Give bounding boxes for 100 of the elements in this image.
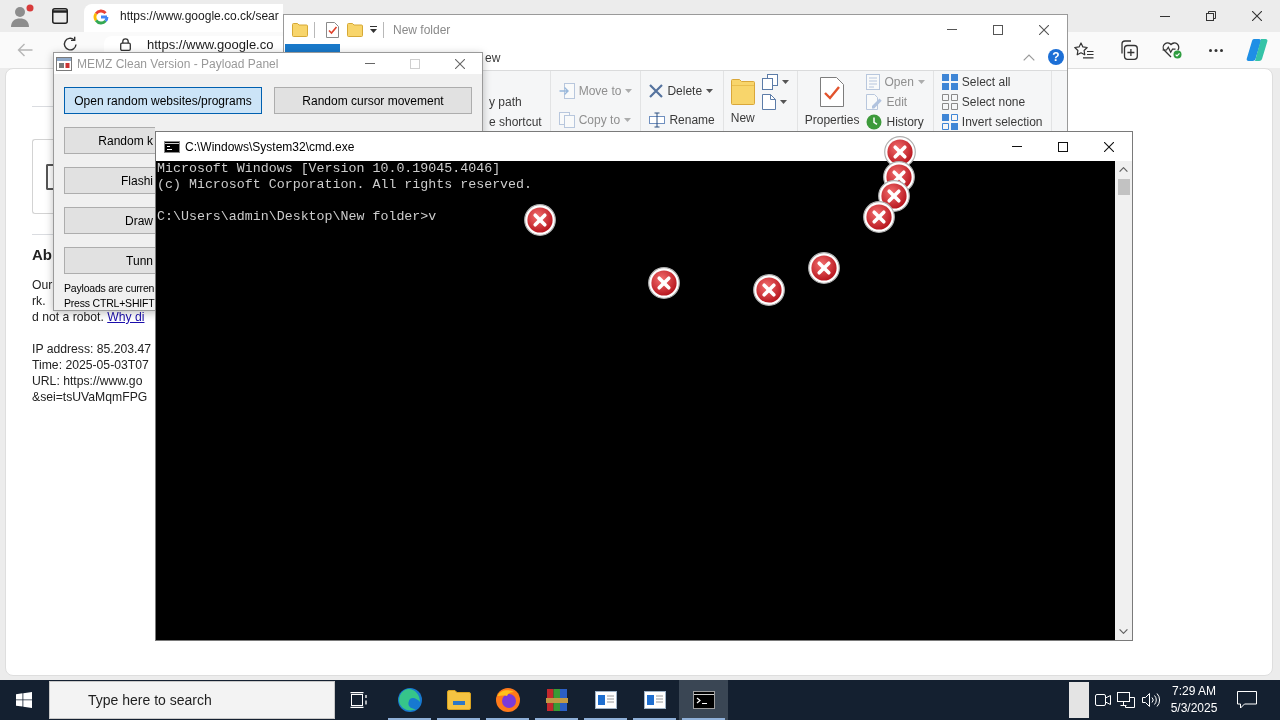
tray-tile — [1069, 682, 1089, 718]
error-icon — [863, 201, 895, 233]
favorites-icon[interactable] — [1074, 41, 1094, 59]
speaker-icon[interactable] — [1142, 692, 1160, 708]
minimize-icon[interactable] — [1160, 15, 1170, 17]
slanted-logo-icon[interactable] — [1245, 38, 1269, 62]
delete-icon — [649, 84, 664, 98]
caret-icon — [706, 89, 714, 93]
error-icon — [808, 252, 840, 284]
ribbon-button[interactable]: Rename — [648, 111, 716, 129]
body-text: Our — [32, 277, 53, 293]
payload-button[interactable]: Random cursor movement — [274, 87, 472, 114]
window-icon — [643, 691, 666, 709]
folder-icon — [730, 77, 755, 105]
check-document-icon[interactable] — [326, 21, 339, 38]
console-text: (c) Microsoft Corporation. All rights reserved. — [157, 177, 533, 193]
ribbon-button[interactable]: Select none — [940, 93, 1044, 111]
caret-icon — [779, 100, 787, 104]
scrollbar-thumb[interactable] — [1117, 179, 1130, 195]
heart-pulse-icon[interactable] — [1162, 41, 1182, 59]
payload-button[interactable]: Random k — [64, 127, 155, 154]
empty-grid-icon — [941, 94, 958, 110]
link[interactable]: Why di — [107, 310, 145, 324]
maximize-icon[interactable] — [1058, 141, 1068, 152]
ribbon-tab[interactable]: ew — [484, 47, 502, 67]
collections-icon[interactable] — [1118, 40, 1138, 60]
restore-icon[interactable] — [1206, 11, 1216, 21]
grid-icon — [941, 74, 958, 90]
windows-logo-icon[interactable] — [16, 692, 32, 708]
terminal-icon — [692, 691, 715, 709]
text-cursor-icon — [649, 112, 666, 128]
checkered-grid-icon — [941, 114, 958, 130]
avatar-icon[interactable] — [10, 4, 34, 28]
ribbon-button[interactable] — [760, 93, 790, 111]
error-icon — [524, 204, 556, 236]
arrow-page-icon — [558, 83, 575, 99]
close-icon[interactable] — [1104, 141, 1114, 152]
caret-icon — [917, 80, 925, 84]
network-icon[interactable] — [1117, 692, 1135, 708]
detail-text: URL: https://www.go — [32, 373, 143, 389]
close-icon[interactable] — [1252, 11, 1262, 21]
detail-text: Time: 2025-05-03T07 — [32, 357, 149, 373]
scrollbar[interactable] — [1115, 161, 1132, 640]
window-title: New folder — [393, 22, 451, 37]
console-text: Microsoft Windows [Version 10.0.19045.4046] — [157, 161, 501, 177]
terminal-icon — [164, 140, 180, 153]
close-icon[interactable] — [1039, 24, 1049, 35]
message-icon[interactable] — [1237, 691, 1257, 709]
dropdown-caret-icon[interactable] — [369, 25, 378, 34]
list-document-icon — [866, 74, 881, 90]
clock-date[interactable]: 5/3/2025 — [1170, 700, 1218, 717]
help-button[interactable]: ? — [1048, 49, 1064, 65]
stacked-pages-icon — [761, 74, 778, 90]
note-text: Payloads are curren — [64, 281, 155, 296]
ribbon-button[interactable]: Properties — [804, 71, 860, 131]
task-view-icon[interactable] — [350, 692, 368, 708]
camera-icon[interactable] — [1095, 694, 1111, 706]
ribbon-button[interactable] — [760, 73, 790, 91]
browser-tab[interactable]: https://www.google.co.ck/sear — [84, 4, 283, 32]
caret-icon — [625, 89, 633, 93]
chevron-up-icon[interactable] — [1023, 53, 1035, 61]
body-text: d not a robot. Why di — [32, 309, 145, 325]
refresh-icon[interactable] — [62, 36, 78, 52]
caret-icon — [781, 80, 789, 84]
search-field[interactable]: Type here to search — [49, 681, 335, 719]
scroll-up-icon[interactable] — [1119, 167, 1128, 172]
detail-text: IP address: 85.203.47 — [32, 341, 152, 357]
ribbon-button[interactable]: e shortcut — [488, 113, 543, 131]
books-icon — [545, 688, 568, 712]
payload-button[interactable]: Flashi — [64, 167, 155, 194]
pencil-document-icon — [866, 94, 883, 110]
ribbon-button[interactable]: Delete — [648, 82, 716, 100]
minimize-icon[interactable] — [364, 63, 375, 64]
copy-icon — [558, 112, 575, 128]
page-heading: Ab — [32, 245, 52, 265]
body-text: rk. — [32, 293, 46, 309]
document-icon — [761, 94, 776, 110]
ribbon-button[interactable]: y path — [488, 93, 543, 111]
address-bar[interactable]: https://www.google.co — [104, 36, 283, 52]
payload-button[interactable]: Open random websites/programs — [64, 87, 262, 114]
console-text: C:\Users\admin\Desktop\New folder>v — [157, 209, 437, 225]
lock-icon — [120, 38, 131, 51]
taskbar-button[interactable] — [679, 680, 728, 720]
more-icon[interactable] — [1209, 48, 1223, 52]
window-title: C:\Windows\System32\cmd.exe — [185, 139, 355, 154]
scroll-down-icon[interactable] — [1119, 629, 1128, 634]
ribbon-button[interactable]: Select all — [940, 73, 1044, 91]
ribbon-button[interactable]: New — [730, 71, 755, 131]
error-icon — [753, 274, 785, 306]
error-icon — [648, 267, 680, 299]
clock-time[interactable]: 7:29 AM — [1172, 683, 1216, 700]
tab-actions-icon[interactable] — [52, 8, 68, 24]
payload-button[interactable]: Draw — [64, 207, 155, 234]
g-logo-icon — [93, 9, 109, 25]
ribbon-button[interactable]: History — [865, 113, 926, 131]
round-logo-icon — [495, 688, 520, 712]
payload-button[interactable]: Tunn — [64, 247, 155, 274]
ribbon-button[interactable]: Invert selection — [940, 113, 1044, 131]
maximize-icon[interactable] — [993, 24, 1003, 35]
check-document-icon — [820, 77, 845, 107]
